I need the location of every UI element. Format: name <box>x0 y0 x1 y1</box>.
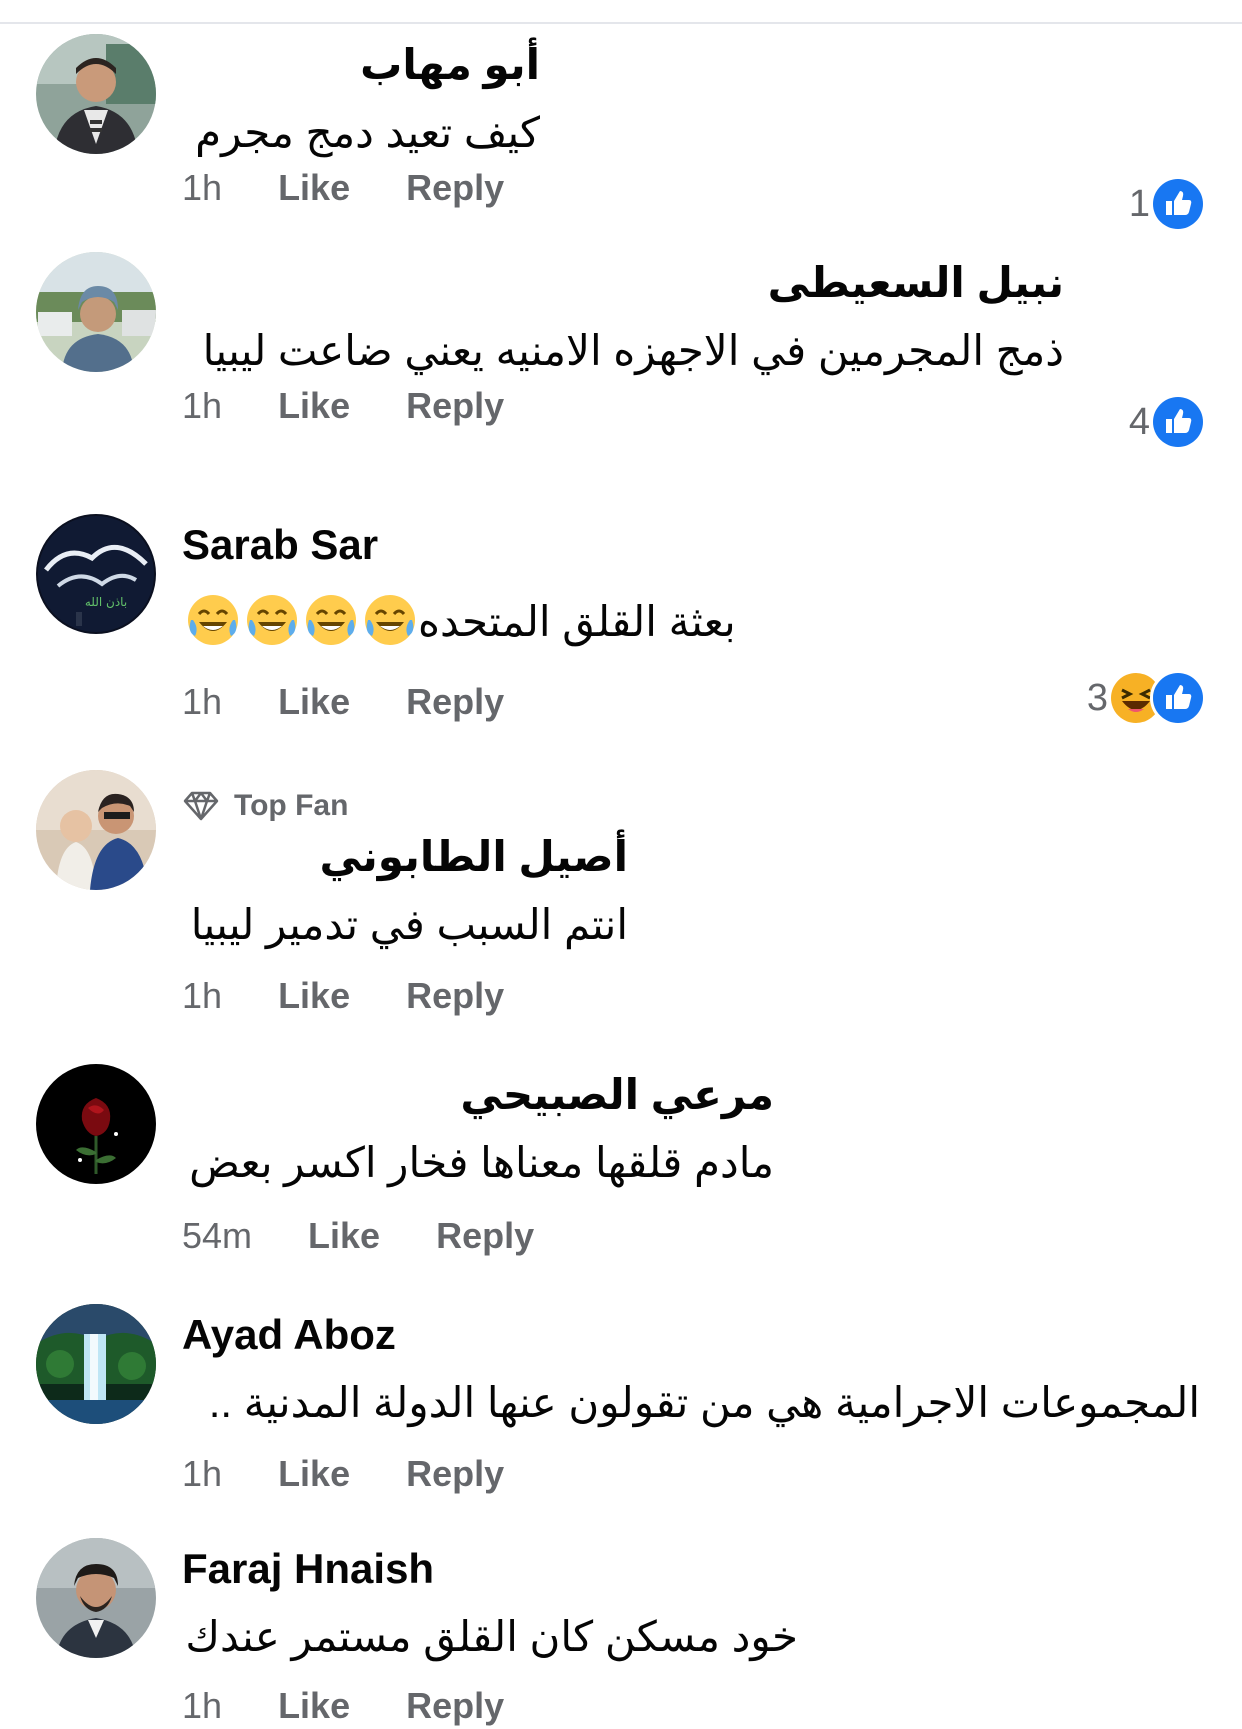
avatar[interactable] <box>36 34 156 154</box>
like-button[interactable]: Like <box>278 978 350 1014</box>
reply-button[interactable]: Reply <box>406 978 504 1014</box>
comment-author-name[interactable]: مرعي الصبيحي <box>460 1074 774 1116</box>
reaction-summary[interactable]: 3 <box>1086 670 1206 726</box>
comment-time[interactable]: 54m <box>182 1218 252 1254</box>
comment-text: خود مسكن كان القلق مستمر عندك <box>185 1613 798 1660</box>
comment-actions: 1h Like Reply <box>182 1456 504 1492</box>
laughing-crying-emoji <box>244 592 300 648</box>
laughing-crying-emoji <box>362 592 418 648</box>
comment-author-name[interactable]: أصيل الطابوني <box>320 836 629 878</box>
like-button[interactable]: Like <box>278 388 350 424</box>
comment-actions: 54m Like Reply <box>182 1218 534 1254</box>
like-icon <box>1150 394 1206 450</box>
comment-text: المجموعات الاجرامية هي من تقولون عنها ال… <box>208 1379 1200 1426</box>
reply-button[interactable]: Reply <box>406 388 504 424</box>
comment-time[interactable]: 1h <box>182 170 222 206</box>
svg-text:باذن الله: باذن الله <box>85 595 127 609</box>
comment-text: ذمج المجرمين في الاجهزه الامنيه يعني ضاع… <box>202 327 1064 374</box>
reply-button[interactable]: Reply <box>406 170 504 206</box>
comment-actions: 1h Like Reply <box>182 684 504 720</box>
comment-actions: 1h Like Reply <box>182 978 504 1014</box>
reaction-count: 3 <box>1086 676 1108 719</box>
reply-button[interactable]: Reply <box>406 1688 504 1724</box>
comment-text-content: بعثة القلق المتحده <box>418 598 736 645</box>
comment-time[interactable]: 1h <box>182 1456 222 1492</box>
laughing-crying-emoji <box>303 592 359 648</box>
comment-actions: 1h Like Reply <box>182 170 504 206</box>
reply-button[interactable]: Reply <box>406 684 504 720</box>
like-icon <box>1150 176 1206 232</box>
reaction-count: 4 <box>1128 400 1150 443</box>
like-icon <box>1150 670 1206 726</box>
like-button[interactable]: Like <box>278 1688 350 1724</box>
laughing-crying-emoji <box>185 592 241 648</box>
comment-author-name[interactable]: Faraj Hnaish <box>182 1548 434 1590</box>
comment-actions: 1h Like Reply <box>182 388 504 424</box>
avatar[interactable] <box>36 1304 156 1424</box>
like-button[interactable]: Like <box>278 684 350 720</box>
comment-actions: 1h Like Reply <box>182 1688 504 1724</box>
comment-author-name[interactable]: Ayad Aboz <box>182 1314 396 1356</box>
avatar[interactable] <box>36 1064 156 1184</box>
top-fan-label: Top Fan <box>234 789 349 822</box>
comment-text: مادم قلقها معناها فخار اكسر بعض <box>189 1139 774 1186</box>
like-button[interactable]: Like <box>308 1218 380 1254</box>
reaction-summary[interactable]: 4 <box>1128 394 1206 450</box>
avatar[interactable] <box>36 252 156 372</box>
comment-time[interactable]: 1h <box>182 978 222 1014</box>
comment-time[interactable]: 1h <box>182 388 222 424</box>
like-button[interactable]: Like <box>278 1456 350 1492</box>
reaction-count: 1 <box>1128 182 1150 225</box>
comment-author-name[interactable]: أبو مهاب <box>360 44 540 86</box>
comment-author-name[interactable]: Sarab Sar <box>182 524 378 566</box>
reaction-summary[interactable]: 1 <box>1128 176 1206 232</box>
comment-text: انتم السبب في تدمير ليبيا <box>190 901 628 948</box>
reply-button[interactable]: Reply <box>406 1456 504 1492</box>
reply-button[interactable]: Reply <box>436 1218 534 1254</box>
comment-time[interactable]: 1h <box>182 1688 222 1724</box>
comment-author-name[interactable]: نبيل السعيطى <box>768 262 1064 304</box>
avatar[interactable] <box>36 770 156 890</box>
comment-time[interactable]: 1h <box>182 684 222 720</box>
diamond-icon <box>183 791 219 821</box>
avatar[interactable]: باذن الله <box>36 514 156 634</box>
comment-text: كيف تعيد دمج مجرم <box>195 109 540 156</box>
comment-text: بعثة القلق المتحده <box>182 592 736 648</box>
top-fan-badge: Top Fan <box>182 790 348 822</box>
top-divider <box>0 22 1242 24</box>
avatar[interactable] <box>36 1538 156 1658</box>
like-button[interactable]: Like <box>278 170 350 206</box>
